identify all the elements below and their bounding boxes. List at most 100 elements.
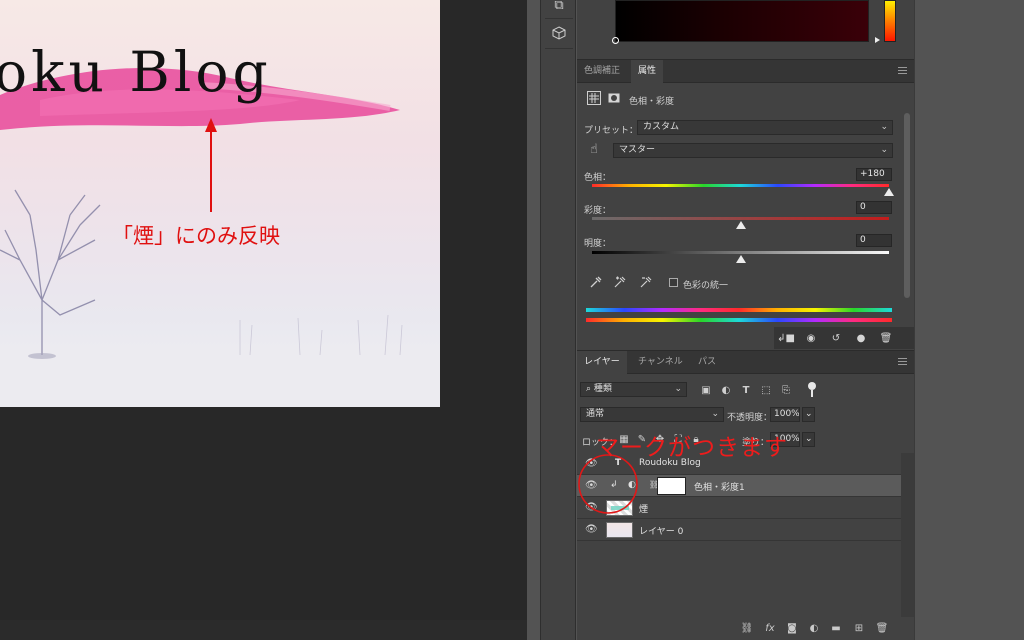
opacity-dropdown-button[interactable]: ⌄ [802, 407, 815, 422]
layer-filter-dropdown[interactable]: ⌕ 種類 ⌄ [580, 382, 687, 397]
document-workspace: oku Blog 「煙」にのみ反映 [0, 0, 527, 640]
canvas-title-text: oku Blog [0, 40, 272, 104]
mask-icon[interactable] [607, 91, 621, 105]
panels-column: 色調補正 属性 色相・彩度 プリセット： カスタム ⌄ ☝ マスター ⌄ 色相：… [577, 0, 914, 640]
chevron-down-icon: ⌄ [880, 122, 888, 132]
filter-adjustment-icon[interactable]: ◐ [719, 383, 733, 397]
tab-layers[interactable]: レイヤー [577, 351, 627, 374]
eye-icon[interactable]: 👁︎ [585, 480, 598, 491]
tab-adjustments[interactable]: 色調補正 [577, 60, 627, 83]
new-group-folder-icon[interactable]: ▬ [829, 621, 843, 635]
eyedropper-icon[interactable] [589, 275, 603, 289]
hue-value-field[interactable]: +180 [856, 168, 892, 181]
saturation-slider-thumb[interactable] [735, 221, 746, 229]
annotation-mark-note: マークがつきます [596, 435, 788, 461]
tab-channels[interactable]: チャンネル [631, 351, 690, 374]
eye-icon[interactable]: 👁︎ [585, 502, 598, 513]
output-color-bar [586, 308, 892, 312]
new-layer-icon[interactable]: ⊞ [852, 621, 866, 635]
colorize-checkbox[interactable] [669, 278, 678, 287]
chevron-down-icon: ⌄ [805, 409, 813, 419]
tool-divider [545, 18, 573, 19]
view-previous-state-icon[interactable]: ◉ [802, 330, 820, 346]
filter-toggle-stem [811, 390, 813, 397]
channel-value: マスター [619, 145, 656, 155]
layer-row-background[interactable]: 👁︎ レイヤー 0 [577, 519, 901, 541]
color-picker-field[interactable] [612, 0, 869, 44]
preset-label: プリセット： [584, 126, 639, 136]
targeted-adjust-hand-icon[interactable]: ☝ [587, 142, 601, 157]
tab-properties[interactable]: 属性 [631, 60, 664, 83]
properties-scrollbar[interactable] [904, 113, 910, 298]
fill-dropdown-button[interactable]: ⌄ [802, 432, 815, 447]
filter-pixel-icon[interactable]: ▣ [699, 383, 713, 397]
saturation-slider-track[interactable] [592, 217, 889, 220]
clipping-arrow-icon: ↲ [610, 480, 618, 490]
saturation-value-field[interactable]: 0 [856, 201, 892, 214]
layer-row-smoke[interactable]: 👁︎ 煙 [577, 497, 901, 519]
layer-mask-thumbnail[interactable] [657, 477, 686, 495]
hue-slider-track[interactable] [592, 184, 889, 187]
layer-row-adjustment[interactable]: 👁︎ ↲ ◐ ⛓ 色相・彩度1 [577, 475, 901, 497]
filter-shape-icon[interactable]: ⬚ [759, 383, 773, 397]
tool-divider [545, 48, 573, 49]
lightness-slider-thumb[interactable] [735, 255, 746, 263]
search-icon: ⌕ [586, 384, 594, 394]
layer-name: レイヤー 0 [639, 527, 684, 537]
hue-slider-thumb[interactable] [884, 188, 894, 196]
filter-toggle-icon[interactable] [808, 382, 816, 390]
adjustment-layer-icon: ◐ [628, 480, 636, 490]
chevron-down-icon: ⌄ [880, 145, 888, 155]
adjustment-title: 色相・彩度 [629, 97, 675, 107]
reset-icon[interactable]: ↺ [827, 330, 845, 346]
smoke-thumbnail-mark [611, 506, 629, 510]
chevron-down-icon: ⌄ [805, 434, 813, 444]
eyedropper-plus-icon[interactable] [613, 275, 627, 289]
lightness-slider-track[interactable] [592, 251, 889, 254]
right-dock-area [914, 0, 1024, 640]
saturation-label: 彩度： [584, 206, 612, 216]
link-layers-icon[interactable]: ⛓ [740, 621, 754, 635]
color-picker-cursor[interactable] [612, 37, 619, 44]
document-canvas[interactable]: oku Blog 「煙」にのみ反映 [0, 0, 440, 407]
visibility-eye-icon[interactable]: ● [852, 330, 870, 346]
eye-icon[interactable]: 👁︎ [585, 524, 598, 535]
chevron-down-icon: ⌄ [711, 409, 719, 419]
properties-footer: ↲■ ◉ ↺ ● 🗑 [774, 327, 914, 349]
properties-menu-icon[interactable] [898, 67, 907, 74]
lightness-value-field[interactable]: 0 [856, 234, 892, 247]
preset-dropdown[interactable]: カスタム ⌄ [637, 120, 893, 135]
trash-icon[interactable]: 🗑 [875, 621, 889, 635]
layer-name: 色相・彩度1 [694, 483, 745, 493]
tab-paths[interactable]: パス [691, 351, 723, 374]
trash-icon[interactable]: 🗑 [877, 330, 895, 346]
layers-scrollbar[interactable] [901, 453, 914, 617]
opacity-field[interactable]: 100% [770, 407, 800, 422]
adjustment-grid-icon[interactable] [587, 91, 601, 105]
input-color-bar [586, 318, 892, 322]
layer-name: 煙 [639, 505, 649, 515]
color-hue-bar[interactable] [884, 0, 896, 42]
blend-mode-dropdown[interactable]: 通常 ⌄ [580, 407, 724, 422]
colorize-label: 色彩の統一 [683, 281, 729, 291]
layers-bottom-toolbar: ⛓ fx ◙ ◐ ▬ ⊞ 🗑 [577, 617, 914, 640]
hue-bar-marker-icon[interactable] [875, 37, 880, 43]
status-bar [0, 620, 527, 640]
blend-mode-value: 通常 [586, 409, 605, 419]
3d-cube-icon[interactable] [547, 22, 571, 44]
layers-tabbar: レイヤー チャンネル パス [577, 350, 914, 374]
layer-thumbnail [606, 500, 633, 516]
chevron-down-icon: ⌄ [674, 384, 682, 394]
layer-filter-value: 種類 [593, 384, 612, 394]
channel-swap-icon[interactable]: ⧉ [547, 0, 571, 16]
panel-icon-column: ⧉ [540, 0, 576, 640]
channel-dropdown[interactable]: マスター ⌄ [613, 143, 893, 158]
add-mask-icon[interactable]: ◙ [785, 621, 799, 635]
filter-smart-object-icon[interactable]: ⎘ [779, 383, 793, 397]
layers-menu-icon[interactable] [898, 358, 907, 365]
clip-to-layer-icon[interactable]: ↲■ [777, 330, 795, 346]
new-adjustment-icon[interactable]: ◐ [807, 621, 821, 635]
filter-text-icon[interactable]: T [739, 383, 753, 397]
eyedropper-minus-icon[interactable] [639, 275, 653, 289]
fx-icon[interactable]: fx [763, 621, 777, 635]
